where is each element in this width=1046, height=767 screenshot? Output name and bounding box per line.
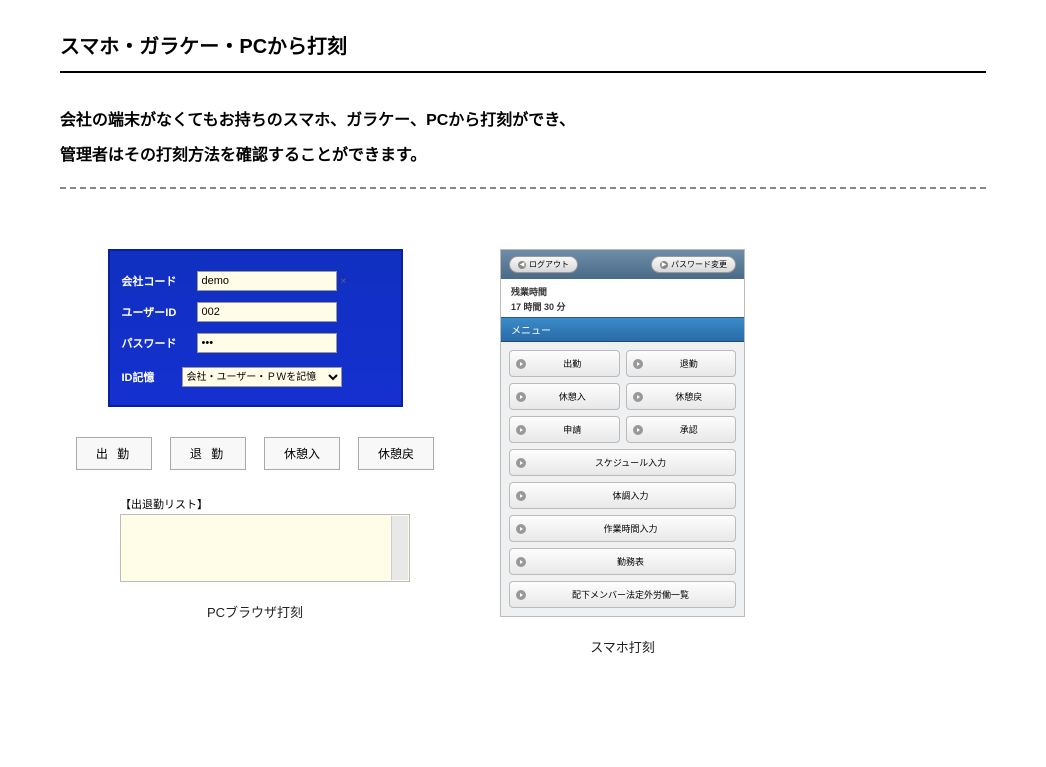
menu-area: 出勤 退勤 休憩入 休憩戻 申請 承認 スケジュール入力 体調入力 bbox=[501, 342, 744, 616]
company-code-label: 会社コード bbox=[122, 273, 197, 289]
arrow-left-icon: ◀ bbox=[518, 261, 526, 269]
company-code-input[interactable] bbox=[197, 271, 337, 291]
menu-approve[interactable]: 承認 bbox=[626, 416, 737, 443]
clear-icon[interactable]: × bbox=[341, 276, 347, 287]
menu-roster[interactable]: 勤務表 bbox=[509, 548, 736, 575]
menu-request[interactable]: 申請 bbox=[509, 416, 620, 443]
attendance-list-area[interactable] bbox=[120, 514, 410, 582]
change-password-label: パスワード変更 bbox=[671, 259, 727, 270]
menu-schedule[interactable]: スケジュール入力 bbox=[509, 449, 736, 476]
chevron-right-icon bbox=[516, 458, 526, 468]
description-line-1: 会社の端末がなくてもお持ちのスマホ、ガラケー、PCから打刻ができ、 bbox=[60, 103, 986, 138]
logout-button[interactable]: ◀ ログアウト bbox=[509, 256, 578, 273]
clock-out-button[interactable]: 退 勤 bbox=[170, 437, 246, 470]
login-form: 会社コード × ユーザーID パスワード ID記憶 会社・ユーザー・ＰＷを記憶 bbox=[108, 249, 403, 407]
panels-container: 会社コード × ユーザーID パスワード ID記憶 会社・ユーザー・ＰＷを記憶 bbox=[60, 249, 986, 656]
attendance-list-label: 【出退勤リスト】 bbox=[120, 496, 440, 512]
chevron-right-icon bbox=[633, 359, 643, 369]
chevron-right-icon bbox=[516, 359, 526, 369]
chevron-right-icon bbox=[516, 392, 526, 402]
arrow-right-icon: ▶ bbox=[660, 261, 668, 269]
chevron-right-icon bbox=[516, 425, 526, 435]
phone-caption: スマホ打刻 bbox=[590, 637, 655, 656]
pc-mock: 会社コード × ユーザーID パスワード ID記憶 会社・ユーザー・ＰＷを記憶 bbox=[70, 249, 440, 582]
phone-mock: ◀ ログアウト ▶ パスワード変更 残業時間 17 時間 30 分 メニュー 出… bbox=[500, 249, 745, 617]
pc-button-row: 出 勤 退 勤 休憩入 休憩戻 bbox=[70, 437, 440, 470]
menu-clock-in[interactable]: 出勤 bbox=[509, 350, 620, 377]
phone-top-bar: ◀ ログアウト ▶ パスワード変更 bbox=[501, 250, 744, 279]
section-heading: スマホ・ガラケー・PCから打刻 bbox=[60, 30, 986, 73]
chevron-right-icon bbox=[516, 524, 526, 534]
description-block: 会社の端末がなくてもお持ちのスマホ、ガラケー、PCから打刻ができ、 管理者はその… bbox=[60, 103, 986, 189]
password-label: パスワード bbox=[122, 335, 197, 351]
smartphone-panel: ◀ ログアウト ▶ パスワード変更 残業時間 17 時間 30 分 メニュー 出… bbox=[500, 249, 745, 656]
clock-in-button[interactable]: 出 勤 bbox=[76, 437, 152, 470]
user-id-label: ユーザーID bbox=[122, 304, 197, 320]
chevron-right-icon bbox=[516, 491, 526, 501]
user-id-input[interactable] bbox=[197, 302, 337, 322]
menu-header: メニュー bbox=[501, 317, 744, 342]
overtime-label: 残業時間 bbox=[511, 285, 734, 298]
menu-break-in[interactable]: 休憩入 bbox=[509, 383, 620, 410]
break-in-button[interactable]: 休憩入 bbox=[264, 437, 340, 470]
chevron-right-icon bbox=[516, 590, 526, 600]
chevron-right-icon bbox=[633, 392, 643, 402]
break-out-button[interactable]: 休憩戻 bbox=[358, 437, 434, 470]
menu-worktime[interactable]: 作業時間入力 bbox=[509, 515, 736, 542]
remember-label: ID記憶 bbox=[122, 369, 182, 385]
remember-select[interactable]: 会社・ユーザー・ＰＷを記憶 bbox=[182, 367, 342, 387]
menu-health[interactable]: 体調入力 bbox=[509, 482, 736, 509]
pc-browser-panel: 会社コード × ユーザーID パスワード ID記憶 会社・ユーザー・ＰＷを記憶 bbox=[70, 249, 440, 656]
pc-caption: PCブラウザ打刻 bbox=[207, 602, 303, 621]
logout-label: ログアウト bbox=[529, 259, 569, 270]
password-input[interactable] bbox=[197, 333, 337, 353]
overtime-value: 17 時間 30 分 bbox=[511, 300, 734, 313]
menu-break-out[interactable]: 休憩戻 bbox=[626, 383, 737, 410]
description-line-2: 管理者はその打刻方法を確認することができます。 bbox=[60, 138, 986, 173]
chevron-right-icon bbox=[633, 425, 643, 435]
menu-clock-out[interactable]: 退勤 bbox=[626, 350, 737, 377]
chevron-right-icon bbox=[516, 557, 526, 567]
change-password-button[interactable]: ▶ パスワード変更 bbox=[651, 256, 736, 273]
overtime-block: 残業時間 17 時間 30 分 bbox=[501, 279, 744, 317]
menu-subordinate[interactable]: 配下メンバー法定外労働一覧 bbox=[509, 581, 736, 608]
